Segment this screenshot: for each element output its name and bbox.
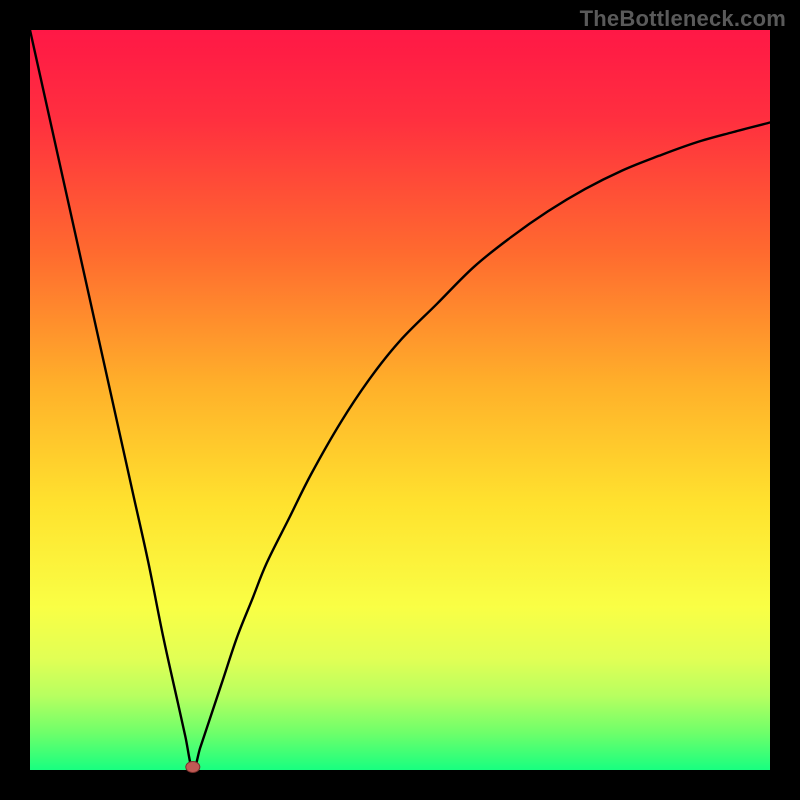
plot-area: [30, 30, 770, 770]
optimum-marker: [186, 762, 200, 773]
chart-frame: TheBottleneck.com: [0, 0, 800, 800]
curve-layer: [30, 30, 770, 770]
watermark-label: TheBottleneck.com: [580, 6, 786, 32]
bottleneck-curve-path: [30, 30, 770, 770]
